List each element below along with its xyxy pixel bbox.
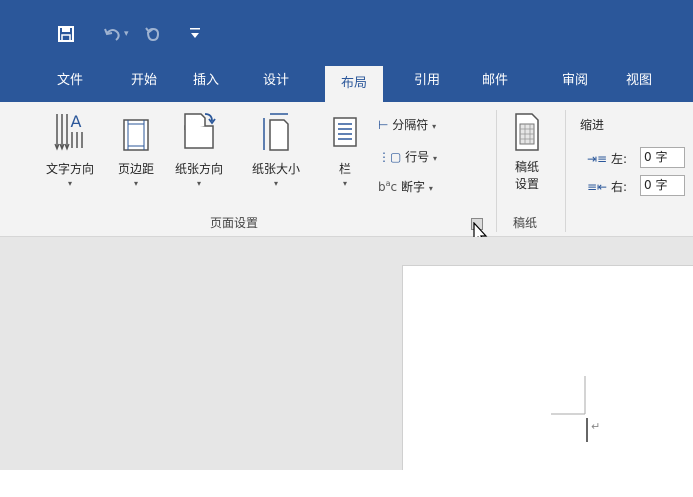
tab-layout[interactable]: 布局 — [325, 66, 383, 102]
tab-home[interactable]: 开始 — [122, 60, 166, 102]
chevron-down-icon: ▾ — [342, 179, 347, 188]
size-label: 纸张大小 — [251, 162, 300, 176]
line-numbers-icon: ⋮▢ — [378, 150, 402, 164]
chevron-down-icon: ▾ — [432, 122, 437, 131]
margin-corner-mark — [551, 376, 588, 442]
margins-icon — [123, 119, 149, 151]
breaks-label: 分隔符 — [392, 118, 429, 132]
undo-icon[interactable] — [103, 26, 123, 45]
chevron-down-icon: ▾ — [133, 179, 138, 188]
tab-view[interactable]: 视图 — [617, 60, 661, 102]
hyphenation-button[interactable]: bac 断字 ▾ — [378, 178, 433, 195]
group-separator — [565, 110, 566, 232]
indent-left-text: 左: — [610, 152, 627, 166]
tab-review[interactable]: 审阅 — [553, 60, 597, 102]
tab-references[interactable]: 引用 — [405, 60, 449, 102]
manuscript-label-line2: 设置 — [514, 177, 539, 191]
manuscript-group-label: 稿纸 — [513, 216, 538, 230]
title-bar: ▾ — [0, 0, 693, 60]
indent-right-text: 右: — [610, 180, 627, 194]
columns-label: 栏 — [338, 162, 351, 176]
line-numbers-button[interactable]: ⋮▢ 行号 ▾ — [378, 148, 437, 165]
chevron-down-icon: ▾ — [196, 179, 201, 188]
tab-file[interactable]: 文件 — [48, 60, 92, 102]
indent-right-input[interactable]: 0 字 — [640, 175, 685, 196]
redo-icon[interactable] — [145, 26, 161, 45]
size-button[interactable]: 纸张大小 ▾ — [245, 110, 307, 188]
columns-icon — [333, 117, 357, 147]
indent-right-icon: ≡⇤ — [587, 180, 608, 194]
ribbon-tabs: 文件 开始 插入 设计 布局 引用 邮件 审阅 视图 — [0, 60, 693, 102]
columns-button[interactable]: 栏 ▾ — [328, 110, 362, 188]
chevron-down-icon: ▾ — [428, 184, 433, 193]
status-area — [0, 470, 693, 497]
size-icon — [263, 113, 289, 151]
indent-left-input[interactable]: 0 字 — [640, 147, 685, 168]
paragraph-mark-icon: ↵ — [591, 420, 601, 433]
customize-qat-icon[interactable] — [189, 26, 201, 45]
text-direction-label: 文字方向 — [45, 162, 94, 176]
tab-mailings[interactable]: 邮件 — [473, 60, 517, 102]
save-icon[interactable] — [58, 26, 74, 45]
chevron-down-icon: ▾ — [67, 179, 72, 188]
line-numbers-label: 行号 — [405, 150, 430, 164]
document-page[interactable]: ↵ — [402, 265, 693, 471]
svg-text:A: A — [71, 112, 82, 131]
manuscript-icon — [515, 113, 539, 151]
undo-dropdown-icon[interactable]: ▾ — [124, 26, 129, 42]
margins-label: 页边距 — [117, 162, 154, 176]
indent-left-label: ⇥≡ 左: — [587, 150, 627, 167]
text-direction-button[interactable]: A 文字方向 ▾ — [38, 110, 102, 188]
orientation-button[interactable]: 纸张方向 ▾ — [168, 110, 230, 188]
page-setup-group-label: 页面设置 — [210, 216, 259, 230]
hyphenation-label: 断字 — [400, 180, 425, 194]
ribbon-layout: A 文字方向 ▾ 页边距 ▾ 纸张方向 ▾ 纸张大小 ▾ 栏 ▾ ⊢ 分隔符 ▾… — [0, 102, 693, 245]
manuscript-settings-button[interactable]: 稿纸 设置 — [503, 110, 551, 192]
tab-design[interactable]: 设计 — [254, 60, 298, 102]
tab-insert[interactable]: 插入 — [184, 60, 228, 102]
breaks-icon: ⊢ — [378, 118, 389, 132]
chevron-down-icon: ▾ — [433, 154, 438, 163]
indent-right-label: ≡⇤ 右: — [587, 178, 627, 195]
orientation-label: 纸张方向 — [174, 162, 223, 176]
text-direction-icon: A — [54, 112, 83, 151]
group-separator — [496, 110, 497, 232]
indent-heading: 缩进 — [580, 118, 605, 132]
chevron-down-icon: ▾ — [273, 179, 278, 188]
manuscript-label-line1: 稿纸 — [514, 160, 539, 174]
breaks-button[interactable]: ⊢ 分隔符 ▾ — [378, 116, 436, 133]
hyphenation-icon: bac — [378, 179, 398, 194]
margins-button[interactable]: 页边距 ▾ — [112, 110, 160, 188]
orientation-icon — [184, 113, 216, 149]
indent-left-icon: ⇥≡ — [587, 152, 608, 166]
